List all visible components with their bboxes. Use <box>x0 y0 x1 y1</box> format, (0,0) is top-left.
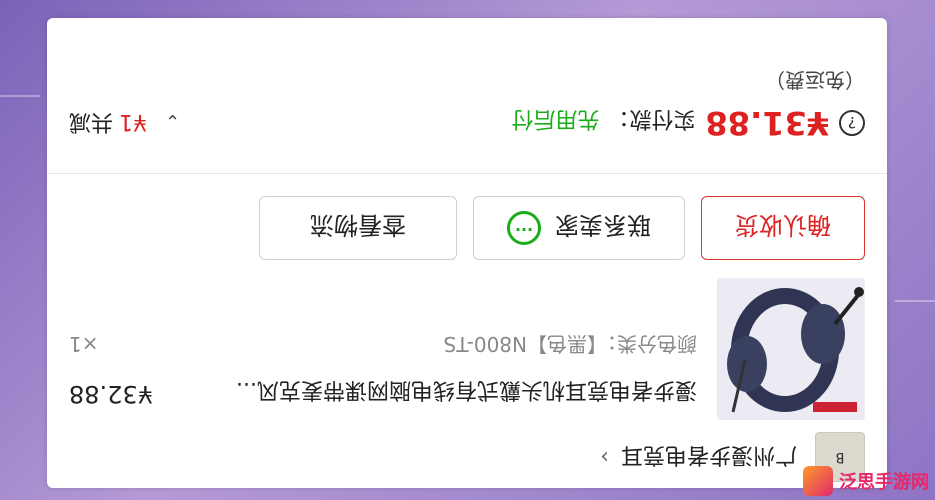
item-quantity: ×1 <box>69 332 99 356</box>
discount-label: 共减 <box>69 109 114 134</box>
payment-summary: ? ¥31.88 实付款： 先用后付 <box>511 104 865 142</box>
watermark-logo-icon <box>803 466 833 496</box>
site-watermark: 泛思手游网 <box>803 466 929 496</box>
shop-name[interactable]: 广州漫步者电竞耳 <box>621 441 797 473</box>
order-summary: ? ¥31.88 实付款： 先用后付 ⌄ ¥1 共减 <box>47 94 887 154</box>
watermark-text: 泛思手游网 <box>839 472 929 493</box>
paid-label: 实付款： <box>607 106 696 131</box>
divider <box>47 173 887 174</box>
item-spec: 颜色分类：【黑色】N800-TS <box>443 332 697 356</box>
product-thumbnail[interactable] <box>717 278 865 420</box>
paid-amount: ¥31.88 <box>705 104 829 142</box>
chat-icon <box>507 211 541 245</box>
background-streak <box>895 300 935 302</box>
discount-summary[interactable]: ⌄ ¥1 共减 <box>69 108 180 140</box>
background-streak <box>0 95 40 97</box>
discount-amount: ¥1 <box>119 109 148 134</box>
shipping-note: （免运费） <box>765 68 865 92</box>
contact-seller-button[interactable]: 联系卖家 <box>473 196 685 260</box>
headset-image <box>717 278 865 420</box>
contact-seller-label: 联系卖家 <box>555 211 651 240</box>
view-logistics-button[interactable]: 查看物流 <box>259 196 457 260</box>
chevron-right-icon: › <box>600 444 609 470</box>
pay-method: 先用后付 <box>511 106 600 131</box>
order-item[interactable]: 漫步者电竞耳机头戴式有线电脑网课带麦克风... 颜色分类：【黑色】N800-TS… <box>47 276 887 426</box>
order-card: B 广州漫步者电竞耳 › 漫步者电竞耳机头戴式有线电脑网课带麦克风... 颜色分… <box>47 18 887 488</box>
shop-header[interactable]: B 广州漫步者电竞耳 › <box>47 426 887 488</box>
item-title[interactable]: 漫步者电竞耳机头戴式有线电脑网课带麦克风... <box>227 376 697 408</box>
item-price: ¥32.88 <box>69 380 153 408</box>
question-icon[interactable]: ? <box>839 110 865 136</box>
action-bar: 确认收货 联系卖家 查看物流 <box>47 190 887 264</box>
confirm-receipt-button[interactable]: 确认收货 <box>701 196 865 260</box>
chevron-down-icon: ⌄ <box>165 110 181 131</box>
